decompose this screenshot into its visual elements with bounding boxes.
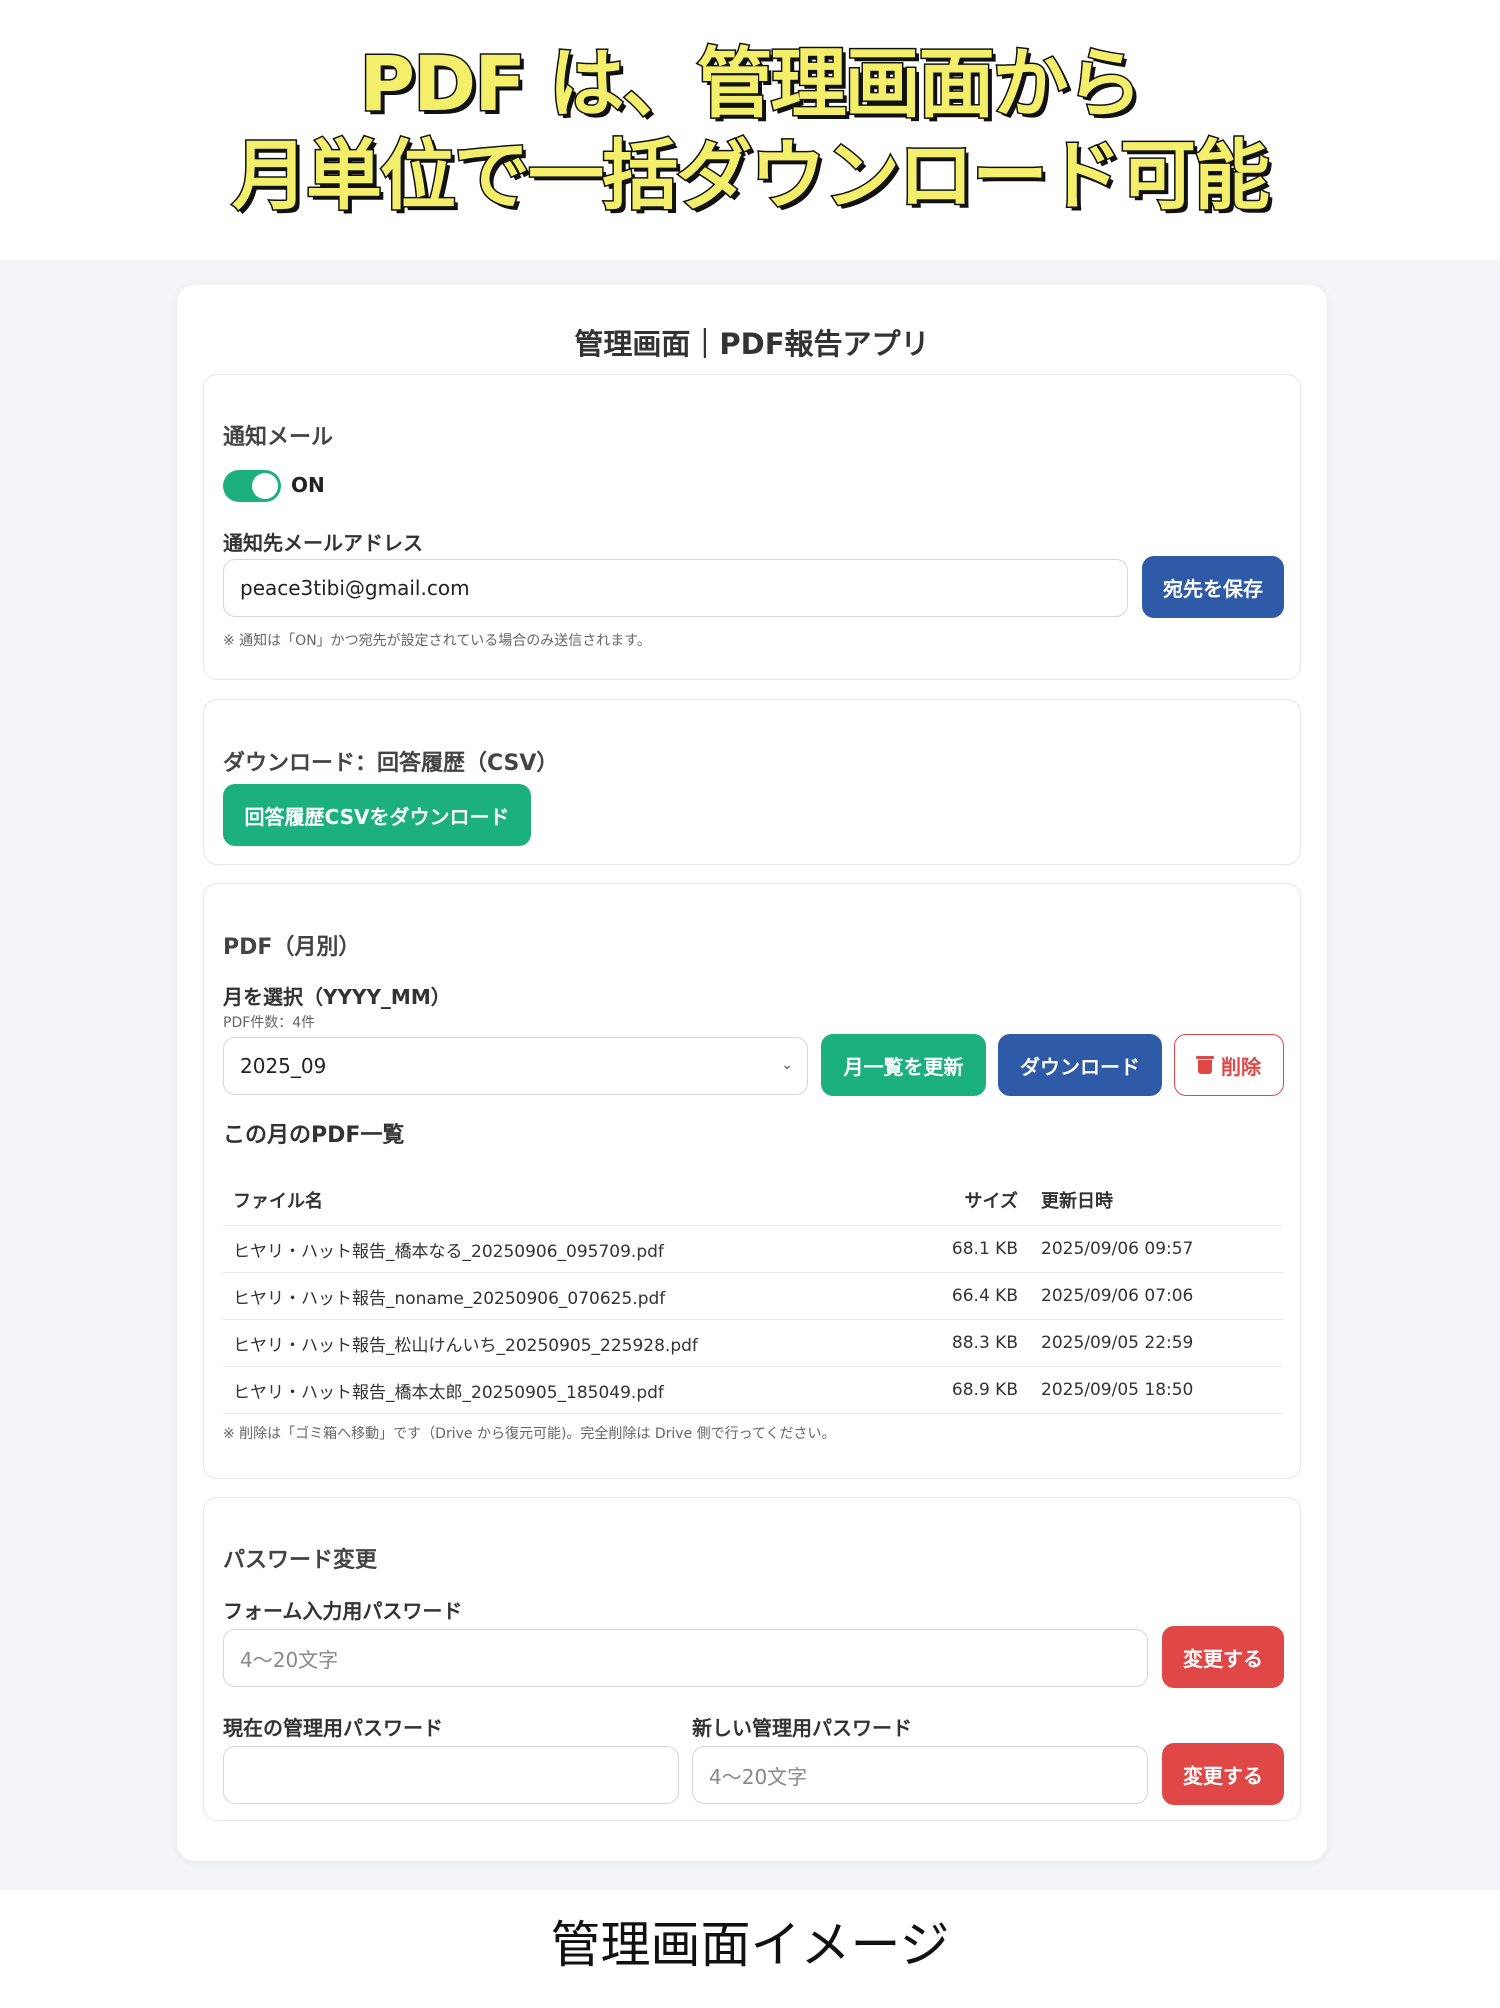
column-name: ファイル名 [233,1190,323,1212]
table-row[interactable]: ヒヤリ・ハット報告_松山けんいち_20250905_225928.pdf 88.… [223,1320,1283,1367]
notify-section-title: 通知メール [223,425,334,450]
current-password-field[interactable] [223,1746,679,1804]
delete-button[interactable]: 削除 [1174,1034,1284,1096]
refresh-months-button[interactable]: 月一覧を更新 [821,1034,986,1096]
column-size: サイズ [964,1190,1018,1212]
file-date: 2025/09/06 07:06 [1041,1286,1194,1306]
file-name: ヒヤリ・ハット報告_橋本太郎_20250905_185049.pdf [233,1382,664,1403]
page-title: 管理画面｜PDF報告アプリ [574,327,930,361]
month-label: 月を選択（YYYY_MM） [223,985,451,1009]
change-admin-password-button[interactable]: 変更する [1162,1743,1284,1805]
notify-card: 通知メール ON 通知先メールアドレス peace3tibi@gmail.com… [203,374,1301,680]
file-size: 88.3 KB [951,1333,1018,1353]
delete-button-label: 削除 [1221,1054,1261,1079]
toggle-knob [252,473,278,499]
image-caption: 管理画面イメージ [550,1916,950,1974]
table-row[interactable]: ヒヤリ・ハット報告_橋本太郎_20250905_185049.pdf 68.9 … [223,1367,1283,1414]
headline-line-1: PDF は、管理画面から [358,38,1144,130]
pdf-list-title: この月のPDF一覧 [223,1123,405,1148]
notify-note: ※ 通知は「ON」かつ宛先が設定されている場合のみ送信されます。 [223,633,651,649]
save-address-button[interactable]: 宛先を保存 [1142,556,1284,618]
download-button[interactable]: ダウンロード [998,1034,1162,1096]
csv-download-button[interactable]: 回答履歴CSVをダウンロード [223,784,531,846]
csv-section-title: ダウンロード：回答履歴（CSV） [223,751,559,776]
file-date: 2025/09/05 18:50 [1041,1380,1194,1400]
file-date: 2025/09/06 09:57 [1041,1239,1194,1259]
notify-toggle[interactable] [223,470,281,502]
month-select-value: 2025_09 [240,1054,327,1078]
form-password-field[interactable]: 4〜20文字 [223,1629,1148,1687]
headline: PDF は、管理画面から 月単位で一括ダウンロード可能 [0,0,1500,260]
form-password-label: フォーム入力用パスワード [223,1599,463,1623]
file-size: 68.1 KB [951,1239,1018,1259]
current-password-label: 現在の管理用パスワード [223,1716,443,1740]
pdf-section-title: PDF（月別） [223,935,361,960]
email-label: 通知先メールアドレス [223,531,423,555]
month-select[interactable]: 2025_09 ⌄ [223,1037,808,1095]
delete-note: ※ 削除は「ゴミ箱へ移動」です（Drive から復元可能)。完全削除は Driv… [223,1426,836,1442]
admin-panel: 管理画面｜PDF報告アプリ 通知メール ON 通知先メールアドレス peace3… [177,285,1327,1861]
file-name: ヒヤリ・ハット報告_松山けんいち_20250905_225928.pdf [233,1335,698,1356]
trash-icon [1196,1056,1214,1074]
notify-toggle-label: ON [291,473,325,497]
file-size: 68.9 KB [951,1380,1018,1400]
table-row[interactable]: ヒヤリ・ハット報告_橋本なる_20250906_095709.pdf 68.1 … [223,1226,1283,1273]
table-row[interactable]: ヒヤリ・ハット報告_noname_20250906_070625.pdf 66.… [223,1273,1283,1320]
pdf-count: PDF件数：4件 [223,1015,316,1031]
pdf-card: PDF（月別） 月を選択（YYYY_MM） PDF件数：4件 2025_09 ⌄… [203,883,1301,1479]
file-name: ヒヤリ・ハット報告_橋本なる_20250906_095709.pdf [233,1241,664,1262]
password-card: パスワード変更 フォーム入力用パスワード 4〜20文字 変更する 現在の管理用パ… [203,1497,1301,1821]
file-size: 66.4 KB [951,1286,1018,1306]
table-header: ファイル名 サイズ 更新日時 [223,1174,1283,1226]
file-date: 2025/09/05 22:59 [1041,1333,1194,1353]
change-form-password-button[interactable]: 変更する [1162,1626,1284,1688]
column-date: 更新日時 [1041,1190,1113,1212]
password-section-title: パスワード変更 [223,1548,378,1573]
email-field[interactable]: peace3tibi@gmail.com [223,559,1128,617]
headline-line-2: 月単位で一括ダウンロード可能 [231,130,1272,222]
new-password-label: 新しい管理用パスワード [692,1716,912,1740]
new-password-field[interactable]: 4〜20文字 [692,1746,1148,1804]
file-name: ヒヤリ・ハット報告_noname_20250906_070625.pdf [233,1288,666,1309]
csv-card: ダウンロード：回答履歴（CSV） 回答履歴CSVをダウンロード [203,699,1301,865]
pdf-table: ファイル名 サイズ 更新日時 ヒヤリ・ハット報告_橋本なる_20250906_0… [223,1174,1283,1414]
chevron-down-icon: ⌄ [781,1057,793,1073]
